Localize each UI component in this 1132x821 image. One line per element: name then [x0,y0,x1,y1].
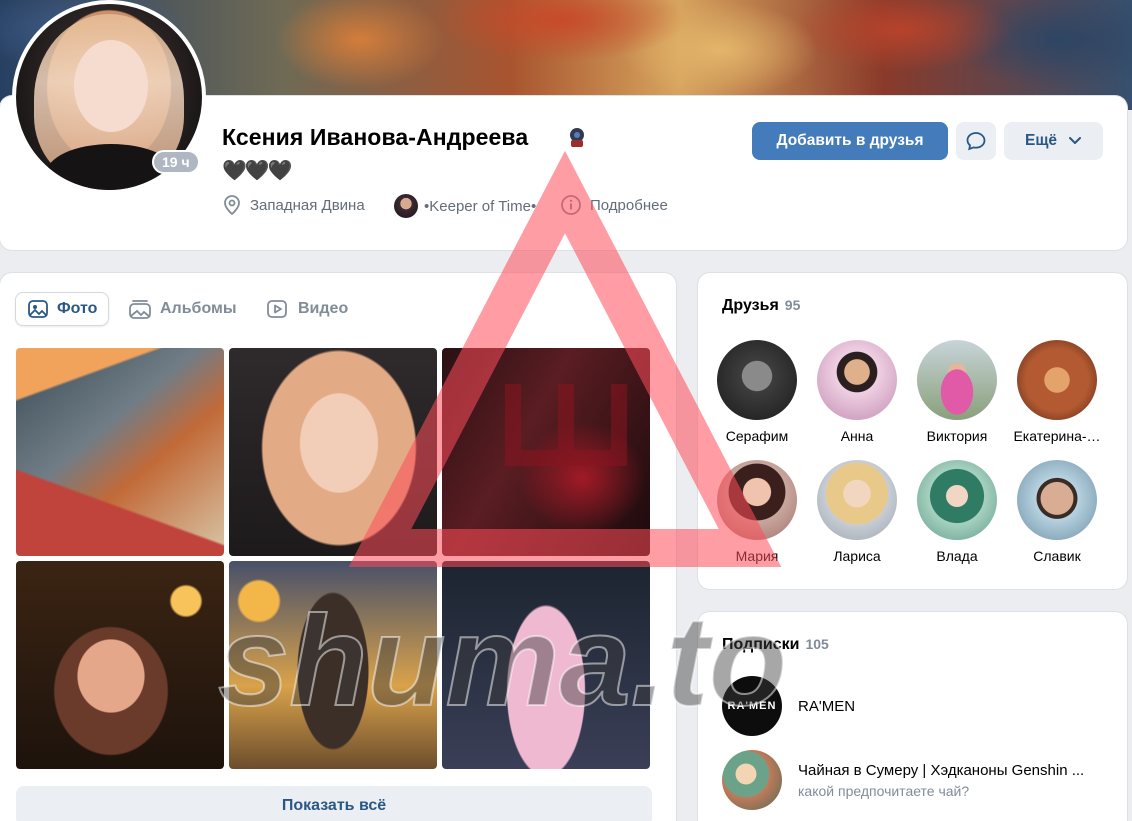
chevron-down-icon [1069,137,1081,144]
photo-thumbnail[interactable] [229,561,437,769]
friend-avatar [1017,340,1097,420]
subscriptions-title: Подписки [722,636,800,653]
message-icon [966,132,986,151]
friend-name: Славик [1033,548,1081,564]
subscriptions-count: 105 [805,636,829,652]
profile-city[interactable]: Западная Двина [222,194,365,216]
subscription-name: Чайная в Сумеру | Хэдканоны Genshin ... [798,761,1085,779]
photo-thumbnail[interactable] [442,561,650,769]
photo-thumbnail[interactable] [16,561,224,769]
friend-name: Мария [735,548,779,564]
group-label: •Keeper of Time• [424,197,537,215]
friends-title: Друзья [722,297,779,314]
friend-avatar [917,460,997,540]
friend-avatar [917,340,997,420]
friend-name: Анна [840,428,874,444]
friend-avatar [717,460,797,540]
profile-status: 🖤🖤🖤 [222,160,293,182]
video-icon [267,300,287,318]
friend-avatar [817,460,897,540]
friend-item[interactable]: Мария [707,460,807,564]
photo-thumbnail[interactable] [16,348,224,556]
tab-albums-label: Альбомы [160,300,237,317]
details-label: Подробнее [590,196,668,214]
profile-details-link[interactable]: Подробнее [560,194,668,216]
friend-name: Екатерина-… [1013,428,1101,444]
friend-item[interactable]: Влада [907,460,1007,564]
add-friend-button[interactable]: Добавить в друзья [752,122,948,160]
info-icon [561,195,581,215]
friend-avatar [717,340,797,420]
friend-avatar [1017,460,1097,540]
location-icon [224,195,240,216]
show-all-photos-button[interactable]: Показать всё [16,786,652,821]
tab-video-label: Видео [298,300,349,317]
friend-item[interactable]: Екатерина-… [1007,340,1107,444]
more-menu-button[interactable]: Ещё [1004,122,1103,160]
friend-item[interactable]: Лариса [807,460,907,564]
album-icon [129,300,151,319]
subscription-description: какой предпочитаете чай? [798,782,970,799]
photo-thumbnail[interactable] [442,348,650,556]
avatar-emoji-icon [570,128,584,147]
friend-item[interactable]: Виктория [907,340,1007,444]
friend-name: Лариса [833,548,881,564]
city-label: Западная Двина [250,196,365,214]
tab-photos[interactable]: Фото [15,292,109,326]
tab-photos-label: Фото [57,300,98,317]
friend-name: Влада [936,548,978,564]
profile-group-link[interactable]: •Keeper of Time• [394,194,536,218]
more-menu-label: Ещё [1025,132,1058,149]
profile-name: Ксения Иванова-Андреева [222,124,529,150]
friend-item[interactable]: Анна [807,340,907,444]
photo-thumbnail[interactable] [229,348,437,556]
subscription-name: RA'MEN [798,697,856,715]
subscription-avatar [722,750,782,810]
friend-name: Серафим [725,428,789,444]
group-avatar [394,194,418,218]
friends-count: 95 [784,297,801,313]
tab-albums[interactable]: Альбомы [128,292,237,326]
subscription-avatar: RA'MEN [722,676,782,736]
message-button[interactable] [956,122,996,160]
friend-avatar [817,340,897,420]
subscription-item[interactable]: RA'MEN RA'MEN [722,676,855,736]
tab-video[interactable]: Видео [266,292,348,326]
online-status-badge: 19 ч [152,150,200,174]
friend-name: Виктория [926,428,988,444]
friends-header[interactable]: Друзья 95 [722,297,800,315]
friend-item[interactable]: Славик [1007,460,1107,564]
friend-item[interactable]: Серафим [707,340,807,444]
subscription-avatar-text: RA'MEN [727,700,777,712]
photo-icon [28,300,48,318]
subscription-item[interactable]: Чайная в Сумеру | Хэдканоны Genshin ... … [722,750,1084,810]
subscriptions-header[interactable]: Подписки 105 [722,636,829,654]
